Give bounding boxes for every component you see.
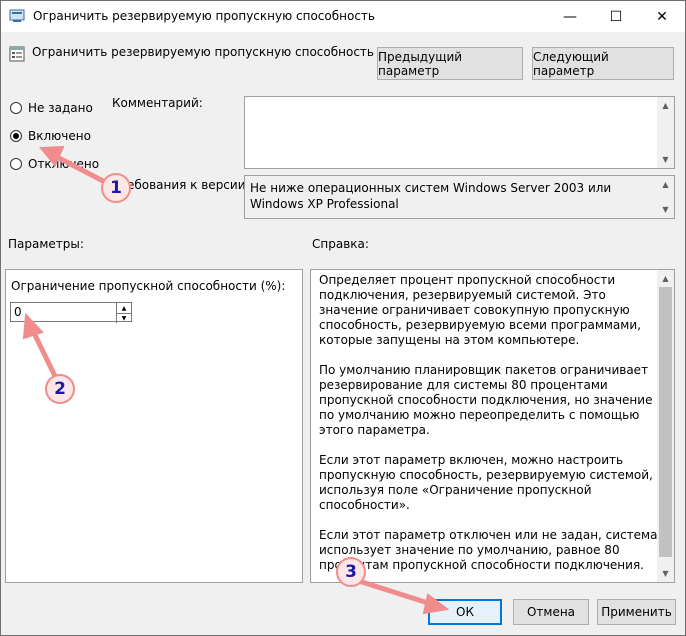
scroll-up-icon[interactable]: ▲	[657, 176, 674, 193]
annotation-marker-3: 3	[336, 557, 366, 587]
scroll-up-icon[interactable]: ▲	[657, 97, 674, 114]
title-bar: Ограничить резервируемую пропускную спос…	[1, 1, 685, 32]
radio-disabled-label: Отключено	[28, 157, 100, 171]
radio-not-configured[interactable]: Не задано	[10, 101, 105, 119]
options-panel: Ограничение пропускной способности (%): …	[5, 269, 303, 583]
policy-window-icon	[9, 9, 25, 22]
radio-enabled[interactable]: Включено	[10, 129, 105, 147]
supported-on-field: Не ниже операционных систем Windows Serv…	[244, 175, 675, 219]
help-panel: Определяет процент пропускной способност…	[310, 269, 675, 583]
radio-disabled[interactable]: Отключено	[10, 157, 105, 175]
minimize-icon: —	[563, 8, 577, 25]
help-text: Определяет процент пропускной способност…	[319, 273, 658, 572]
supported-on-scrollbar[interactable]: ▲ ▼	[657, 176, 674, 218]
maximize-icon: ☐	[609, 8, 623, 25]
annotation-marker-2: 2	[45, 374, 75, 404]
minimize-button[interactable]: —	[547, 1, 593, 32]
apply-button[interactable]: Применить	[597, 599, 676, 625]
policy-name: Ограничить резервируемую пропускную спос…	[32, 45, 374, 59]
radio-not-configured-indicator[interactable]	[10, 102, 22, 114]
next-setting-button[interactable]: Следующий параметр	[532, 47, 674, 80]
window-title: Ограничить резервируемую пропускную спос…	[33, 9, 375, 23]
help-label: Справка:	[312, 237, 369, 251]
radio-enabled-label: Включено	[28, 129, 91, 143]
bandwidth-limit-stepper[interactable]: 0 ▲ ▼	[10, 302, 132, 323]
policy-setting-icon	[9, 46, 25, 62]
supported-on-value: Не ниже операционных систем Windows Serv…	[250, 181, 612, 211]
comment-field[interactable]: ▲ ▼	[244, 96, 675, 169]
scroll-down-icon[interactable]: ▼	[657, 565, 674, 582]
comment-scrollbar[interactable]: ▲ ▼	[657, 97, 674, 168]
close-icon: ✕	[656, 8, 668, 25]
close-button[interactable]: ✕	[639, 1, 685, 32]
cancel-button[interactable]: Отмена	[513, 599, 589, 625]
policy-dialog: Ограничить резервируемую пропускную спос…	[0, 0, 686, 636]
bandwidth-limit-value[interactable]: 0	[14, 305, 22, 319]
decrement-icon[interactable]: ▼	[117, 313, 131, 323]
stepper-buttons: ▲ ▼	[116, 303, 131, 323]
radio-not-configured-label: Не задано	[28, 101, 93, 115]
options-label: Параметры:	[8, 237, 84, 251]
bandwidth-limit-label: Ограничение пропускной способности (%):	[11, 279, 286, 293]
maximize-button[interactable]: ☐	[593, 1, 639, 32]
scroll-down-icon[interactable]: ▼	[657, 201, 674, 218]
radio-enabled-indicator[interactable]	[10, 130, 22, 142]
scroll-up-icon[interactable]: ▲	[657, 270, 674, 287]
supported-on-label: Требования к версии:	[112, 178, 250, 192]
scroll-down-icon[interactable]: ▼	[657, 151, 674, 168]
annotation-marker-1: 1	[101, 173, 131, 203]
previous-setting-button[interactable]: Предыдущий параметр	[377, 47, 523, 80]
comment-label: Комментарий:	[112, 96, 203, 110]
radio-disabled-indicator[interactable]	[10, 158, 22, 170]
ok-button[interactable]: ОК	[428, 599, 502, 625]
help-scroll-thumb[interactable]	[659, 287, 672, 557]
help-scrollbar[interactable]: ▲ ▼	[657, 270, 674, 582]
